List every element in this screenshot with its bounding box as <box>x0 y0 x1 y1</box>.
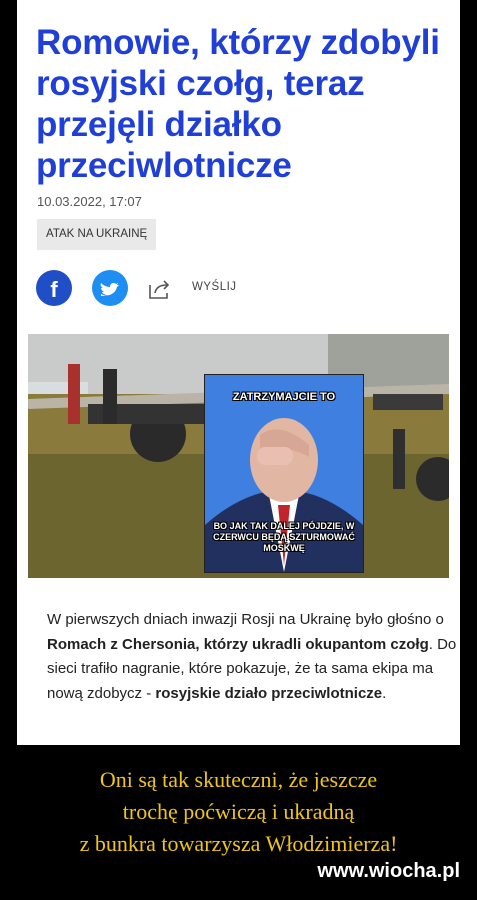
article-title[interactable]: Romowie, którzy zdobyli rosyjski czołg, … <box>36 22 446 186</box>
svg-text:f: f <box>50 277 58 302</box>
article-date: 10.03.2022, 17:07 <box>37 194 142 209</box>
category-tag[interactable]: ATAK NA UKRAINĘ <box>37 219 157 250</box>
caption-line: trochę poćwiczą i ukradną <box>122 799 355 824</box>
caption-line: Oni są tak skuteczni, że jeszcze <box>99 767 378 792</box>
body-text: W pierwszych dniach inwazji Rosji na Ukr… <box>47 611 444 628</box>
watermark: www.wiocha.pl <box>317 860 460 882</box>
meme-top-text: ZATRZYMAJCIE TO <box>232 391 336 403</box>
meme-image: ZATRZYMAJCIE TO BO JAK TAK DALEJ PÓJDZIE… <box>204 374 364 573</box>
facebook-icon[interactable]: f <box>36 270 72 306</box>
share-button-label[interactable]: WYŚLIJ <box>192 281 237 293</box>
meme-bottom-text: BO JAK TAK DALEJ PÓJDZIE, W CZERWCU BĘDĄ… <box>213 521 355 553</box>
twitter-icon[interactable] <box>92 270 128 306</box>
body-text: . <box>382 684 387 702</box>
meme-caption: Oni są tak skuteczni, że jeszcze trochę … <box>0 764 477 860</box>
article-body: W pierwszych dniach inwazji Rosji na Ukr… <box>47 608 457 706</box>
share-icon[interactable] <box>147 276 173 302</box>
caption-line: z bunkra towarzysza Włodzimierza! <box>79 831 398 856</box>
body-bold-text: rosyjskie działo przeciwlotnicze <box>155 684 383 702</box>
article-card: Romowie, którzy zdobyli rosyjski czołg, … <box>17 0 460 745</box>
body-bold-link[interactable]: Romach z Chersonia, którzy ukradli okupa… <box>47 636 429 653</box>
